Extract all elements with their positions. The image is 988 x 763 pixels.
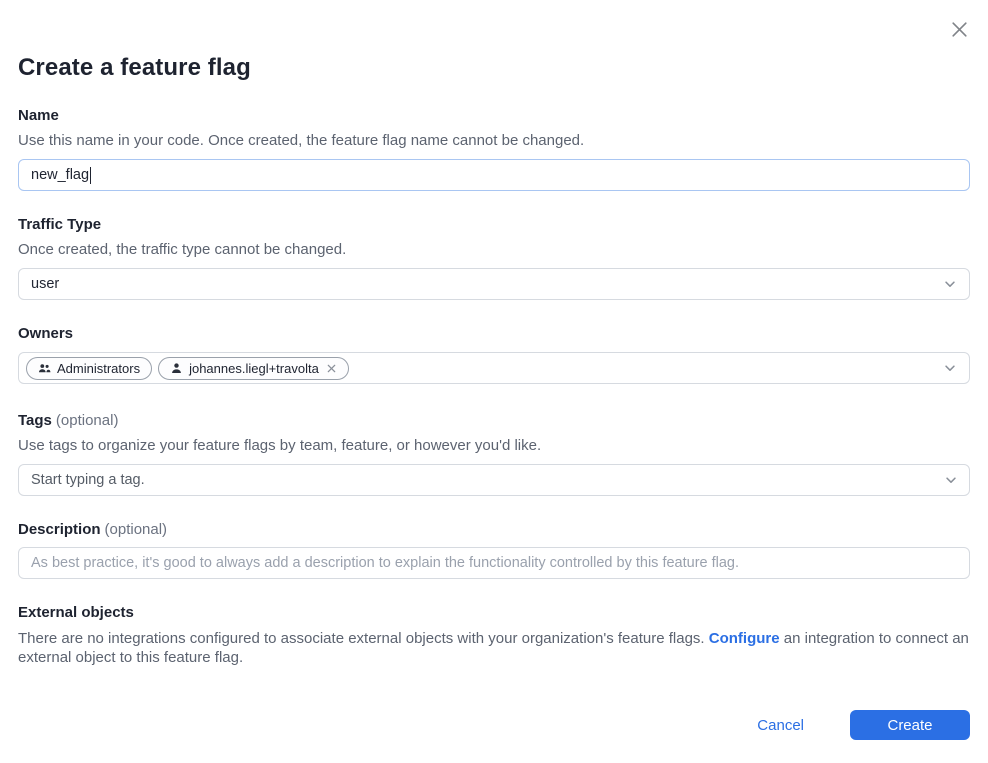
name-label: Name: [18, 107, 59, 124]
create-feature-flag-modal: Create a feature flag Name Use this name…: [0, 0, 988, 763]
owner-chip-label: Administrators: [57, 361, 140, 376]
remove-owner-icon[interactable]: [326, 363, 337, 374]
traffic-type-selected-value: user: [31, 276, 59, 292]
owner-chip-user[interactable]: johannes.liegl+travolta: [158, 357, 349, 380]
name-field-group: Name Use this name in your code. Once cr…: [18, 107, 970, 191]
traffic-type-label: Traffic Type: [18, 216, 101, 233]
text-cursor: [90, 167, 91, 184]
page-title: Create a feature flag: [18, 0, 970, 82]
cancel-button[interactable]: Cancel: [757, 717, 804, 734]
traffic-type-field-group: Traffic Type Once created, the traffic t…: [18, 216, 970, 300]
owner-chip-label: johannes.liegl+travolta: [189, 361, 319, 376]
external-objects-section: External objects There are no integratio…: [18, 604, 970, 667]
name-help-text: Use this name in your code. Once created…: [18, 132, 970, 150]
close-icon: [949, 19, 970, 40]
tags-input[interactable]: [18, 464, 970, 496]
chevron-down-icon: [943, 361, 957, 375]
external-objects-text-before: There are no integrations configured to …: [18, 630, 705, 647]
group-icon: [38, 362, 51, 375]
create-button[interactable]: Create: [850, 710, 970, 740]
tags-field-group: Tags(optional) Use tags to organize your…: [18, 412, 970, 496]
external-objects-label: External objects: [18, 604, 134, 621]
description-optional-label: (optional): [105, 521, 168, 538]
external-objects-text: There are no integrations configured to …: [18, 630, 970, 667]
traffic-type-help-text: Once created, the traffic type cannot be…: [18, 241, 970, 259]
close-button[interactable]: [946, 16, 972, 42]
traffic-type-select[interactable]: user: [18, 268, 970, 300]
owners-label: Owners: [18, 325, 73, 342]
name-input-value: new_flag: [31, 167, 89, 183]
description-label: Description: [18, 521, 101, 538]
name-input[interactable]: new_flag: [18, 159, 970, 191]
configure-link[interactable]: Configure: [709, 630, 780, 647]
tags-optional-label: (optional): [56, 412, 119, 429]
owners-field-group: Owners Administrators johannes.lieg: [18, 325, 970, 384]
modal-footer: Cancel Create: [18, 710, 970, 740]
tags-label: Tags: [18, 412, 52, 429]
chevron-down-icon: [943, 277, 957, 291]
tags-help-text: Use tags to organize your feature flags …: [18, 437, 970, 455]
owners-select[interactable]: Administrators johannes.liegl+travolta: [18, 352, 970, 384]
person-icon: [170, 362, 183, 375]
owner-chip-administrators[interactable]: Administrators: [26, 357, 152, 380]
description-field-group: Description(optional): [18, 521, 970, 579]
description-input[interactable]: [18, 547, 970, 579]
